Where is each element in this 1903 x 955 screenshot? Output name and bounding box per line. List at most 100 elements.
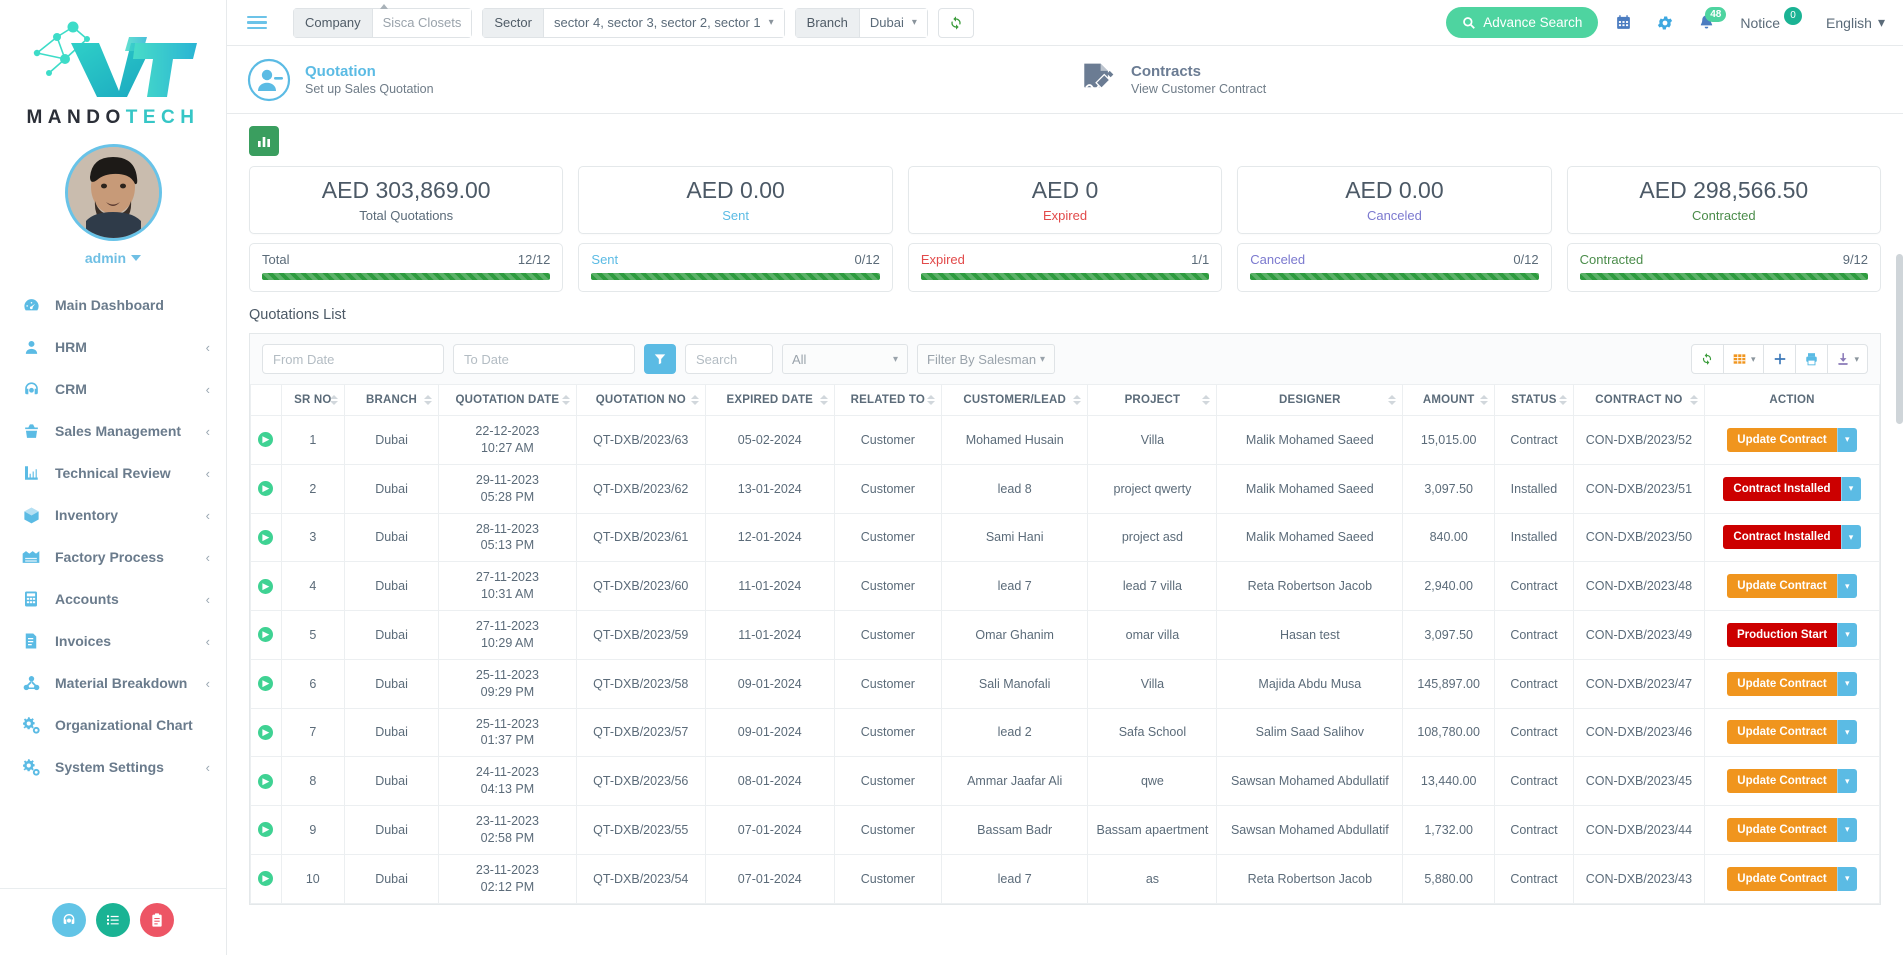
cell-customer-lead[interactable]: Bassam Badr (940, 805, 1089, 855)
sidebar-item-material-breakdown[interactable]: Material Breakdown ‹ (0, 662, 226, 704)
col-contract-no[interactable]: CONTRACT NO (1572, 384, 1705, 416)
sidebar-item-organizational-chart[interactable]: Organizational Chart (0, 704, 226, 746)
col-branch[interactable]: BRANCH (344, 384, 440, 416)
col-quotation-date[interactable]: QUOTATION DATE (438, 384, 577, 416)
table-row[interactable]: ▶ 4 Dubai 27-11-2023 10:31 AM QT-DXB/2023… (250, 561, 1880, 611)
sidebar-item-system-settings[interactable]: System Settings ‹ (0, 746, 226, 788)
action-primary-button[interactable]: Contract Installed (1723, 476, 1841, 501)
col-quotation-no[interactable]: QUOTATION NO (575, 384, 706, 416)
expand-row-icon[interactable]: ▶ (258, 724, 274, 740)
cell-customer-lead[interactable]: Sami Hani (940, 512, 1089, 563)
table-row[interactable]: ▶ 3 Dubai 28-11-2023 05:13 PM QT-DXB/2023… (250, 512, 1880, 563)
table-row[interactable]: ▶ 7 Dubai 25-11-2023 01:37 PM QT-DXB/2023… (250, 707, 1880, 758)
row-expand-cell[interactable]: ▶ (250, 707, 282, 758)
sidebar-item-crm[interactable]: CRM ‹ (0, 368, 226, 410)
expand-row-icon[interactable]: ▶ (258, 822, 274, 838)
avatar[interactable] (64, 144, 162, 241)
refresh-table-button[interactable] (1690, 344, 1724, 374)
row-expand-cell[interactable]: ▶ (250, 853, 282, 904)
col-amount[interactable]: AMOUNT (1402, 384, 1496, 416)
sidebar-item-inventory[interactable]: Inventory ‹ (0, 494, 226, 536)
action-primary-button[interactable]: Update Contract (1727, 427, 1837, 452)
action-primary-button[interactable]: Update Contract (1727, 720, 1837, 745)
sector-selector[interactable]: Sector sector 4, sector 3, sector 2, sec… (482, 7, 785, 38)
page-scrollbar-thumb[interactable] (1896, 254, 1903, 424)
cell-customer-lead[interactable]: lead 8 (940, 463, 1089, 514)
quotation-card[interactable]: Quotation Set up Sales Quotation (227, 58, 1057, 102)
salesman-filter-select[interactable]: Filter By Salesman ▾ (917, 344, 1055, 374)
search-input[interactable] (685, 344, 773, 374)
expand-row-icon[interactable]: ▶ (258, 529, 274, 545)
expand-row-icon[interactable]: ▶ (258, 481, 274, 497)
cell-customer-lead[interactable]: lead 7 (940, 853, 1089, 904)
action-primary-button[interactable]: Contract Installed (1723, 525, 1841, 550)
from-date-input[interactable] (262, 344, 444, 374)
row-expand-cell[interactable]: ▶ (250, 415, 282, 465)
expand-row-icon[interactable]: ▶ (258, 578, 274, 594)
col-expired-date[interactable]: EXPIRED DATE (704, 384, 835, 416)
col-sr-no[interactable]: SR NO (280, 384, 346, 416)
tasklist-button[interactable] (96, 903, 130, 937)
expand-row-icon[interactable]: ▶ (258, 676, 274, 692)
action-dropdown-toggle[interactable]: ▾ (1836, 817, 1857, 842)
table-row[interactable]: ▶ 8 Dubai 24-11-2023 04:13 PM QT-DXB/2023… (250, 756, 1880, 806)
action-primary-button[interactable]: Update Contract (1727, 574, 1837, 599)
col-status[interactable]: STATUS (1494, 384, 1574, 416)
export-button[interactable]: ▾ (1827, 344, 1868, 374)
table-row[interactable]: ▶ 6 Dubai 25-11-2023 09:29 PM QT-DXB/2023… (250, 658, 1880, 709)
col-project[interactable]: PROJECT (1087, 384, 1218, 416)
action-dropdown-toggle[interactable]: ▾ (1840, 525, 1861, 550)
sidebar-item-sales-management[interactable]: Sales Management ‹ (0, 410, 226, 452)
expand-row-icon[interactable]: ▶ (258, 773, 274, 789)
row-expand-cell[interactable]: ▶ (250, 756, 282, 806)
table-row[interactable]: ▶ 5 Dubai 27-11-2023 10:29 AM QT-DXB/2023… (250, 610, 1880, 660)
action-dropdown-toggle[interactable]: ▾ (1836, 574, 1857, 599)
branch-selector[interactable]: Branch Dubai ▾ (794, 7, 928, 38)
cell-customer-lead[interactable]: lead 7 (940, 561, 1089, 611)
expand-row-icon[interactable]: ▶ (258, 627, 274, 643)
menu-toggle-icon[interactable] (241, 12, 273, 34)
status-filter-select[interactable]: All ▾ (782, 344, 908, 374)
company-selector[interactable]: Company Sisca Closets (293, 3, 473, 38)
action-dropdown-toggle[interactable]: ▾ (1836, 866, 1857, 891)
sidebar-item-main-dashboard[interactable]: Main Dashboard (0, 284, 226, 326)
chart-toggle-button[interactable] (249, 126, 279, 156)
row-expand-cell[interactable]: ▶ (250, 512, 282, 563)
action-dropdown-toggle[interactable]: ▾ (1840, 476, 1861, 501)
action-primary-button[interactable]: Update Contract (1727, 769, 1837, 794)
brand-logo[interactable]: MANDO TECH (0, 0, 226, 140)
calendar-button[interactable] (1608, 14, 1639, 31)
sidebar-item-invoices[interactable]: Invoices ‹ (0, 620, 226, 662)
table-row[interactable]: ▶ 1 Dubai 22-12-2023 10:27 AM QT-DXB/2023… (250, 415, 1880, 465)
sidebar-item-technical-review[interactable]: Technical Review ‹ (0, 452, 226, 494)
settings-button[interactable] (1649, 14, 1681, 32)
col-designer[interactable]: DESIGNER (1216, 384, 1404, 416)
notifications-button[interactable]: 48 (1691, 7, 1727, 31)
table-row[interactable]: ▶ 2 Dubai 29-11-2023 05:28 PM QT-DXB/2023… (250, 463, 1880, 514)
action-dropdown-toggle[interactable]: ▾ (1837, 622, 1858, 647)
cell-customer-lead[interactable]: Omar Ghanim (940, 610, 1089, 660)
print-button[interactable] (1795, 344, 1829, 374)
action-primary-button[interactable]: Update Contract (1727, 671, 1837, 696)
action-primary-button[interactable]: Update Contract (1727, 817, 1837, 842)
sector-value[interactable]: sector 4, sector 3, sector 2, sector 1 ▾ (543, 8, 784, 37)
clipboard-button[interactable] (140, 903, 174, 937)
action-dropdown-toggle[interactable]: ▾ (1836, 427, 1857, 452)
action-dropdown-toggle[interactable]: ▾ (1836, 720, 1857, 745)
to-date-input[interactable] (453, 344, 635, 374)
cell-customer-lead[interactable]: lead 2 (940, 707, 1089, 758)
cell-customer-lead[interactable]: Mohamed Husain (940, 415, 1089, 465)
column-visibility-button[interactable]: ▾ (1722, 344, 1765, 374)
advance-search-button[interactable]: Advance Search (1446, 7, 1599, 38)
sidebar-item-accounts[interactable]: Accounts ‹ (0, 578, 226, 620)
row-expand-cell[interactable]: ▶ (250, 658, 282, 709)
table-row[interactable]: ▶ 9 Dubai 23-11-2023 02:58 PM QT-DXB/2023… (250, 805, 1880, 855)
row-expand-cell[interactable]: ▶ (250, 561, 282, 611)
refresh-button[interactable] (937, 7, 974, 38)
add-button[interactable] (1763, 344, 1797, 374)
cell-customer-lead[interactable]: Sali Manofali (940, 658, 1089, 709)
row-expand-cell[interactable]: ▶ (250, 463, 282, 514)
expand-row-icon[interactable]: ▶ (258, 432, 274, 448)
row-expand-cell[interactable]: ▶ (250, 805, 282, 855)
apply-filter-button[interactable] (644, 344, 676, 374)
